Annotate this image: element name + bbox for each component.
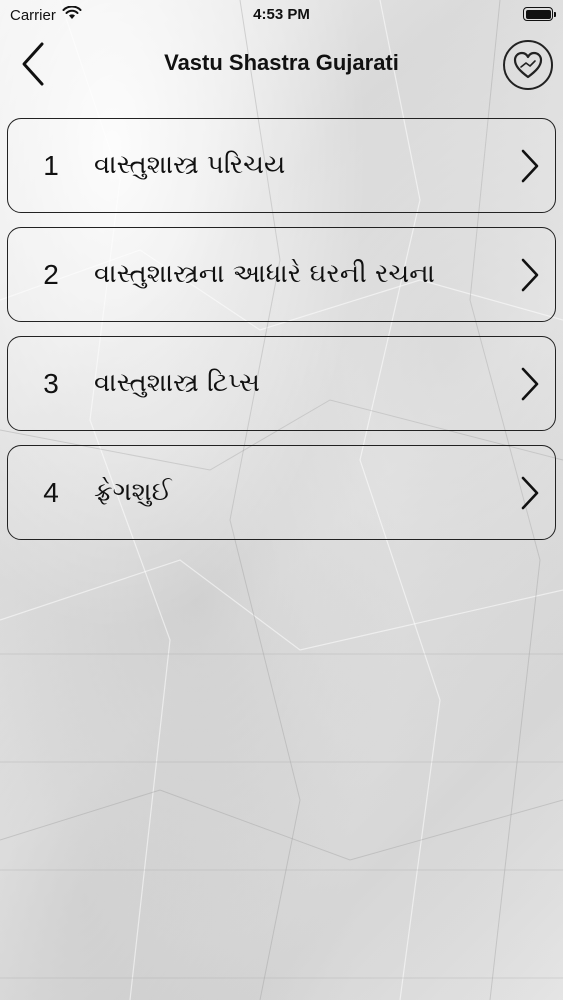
item-number: 1 [43, 149, 59, 181]
favorites-button[interactable] [503, 40, 553, 90]
chevron-right-icon [505, 146, 555, 186]
chevron-right-icon [505, 255, 555, 295]
item-number: 4 [43, 476, 59, 508]
chevron-right-icon [505, 473, 555, 513]
chevron-right-icon [505, 364, 555, 404]
item-number: 2 [43, 258, 59, 290]
item-title: વાસ્તુશાસ્ત્ર ટિપ્સ [94, 368, 260, 398]
status-time: 4:53 PM [253, 6, 310, 23]
page-title: Vastu Shastra Gujarati [164, 50, 399, 75]
heart-icon [513, 51, 543, 79]
status-bar: Carrier 4:53 PM [0, 0, 563, 30]
item-title: વાસ્તુશાસ્ત્ર પરિચય [94, 150, 286, 180]
list-item[interactable]: 1 વાસ્તુશાસ્ત્ર પરિચય [7, 118, 556, 213]
list-item[interactable]: 4 ફ્રેગશુઈ [7, 445, 556, 540]
item-title: વાસ્તુશાસ્ત્રના આધારે ઘરની રચના [94, 259, 435, 289]
list-item[interactable]: 3 વાસ્તુશાસ્ત્ર ટિપ્સ [7, 336, 556, 431]
item-title: ફ્રેગશુઈ [94, 477, 172, 507]
navigation-bar: Vastu Shastra Gujarati [0, 30, 563, 102]
battery-icon [523, 7, 556, 21]
list-item[interactable]: 2 વાસ્તુશાસ્ત્રના આધારે ઘરની રચના [7, 227, 556, 322]
item-number: 3 [43, 367, 59, 399]
topic-list: 1 વાસ્તુશાસ્ત્ર પરિચય 2 વાસ્તુશાસ્ત્રના … [7, 118, 556, 554]
battery-level [525, 9, 551, 19]
